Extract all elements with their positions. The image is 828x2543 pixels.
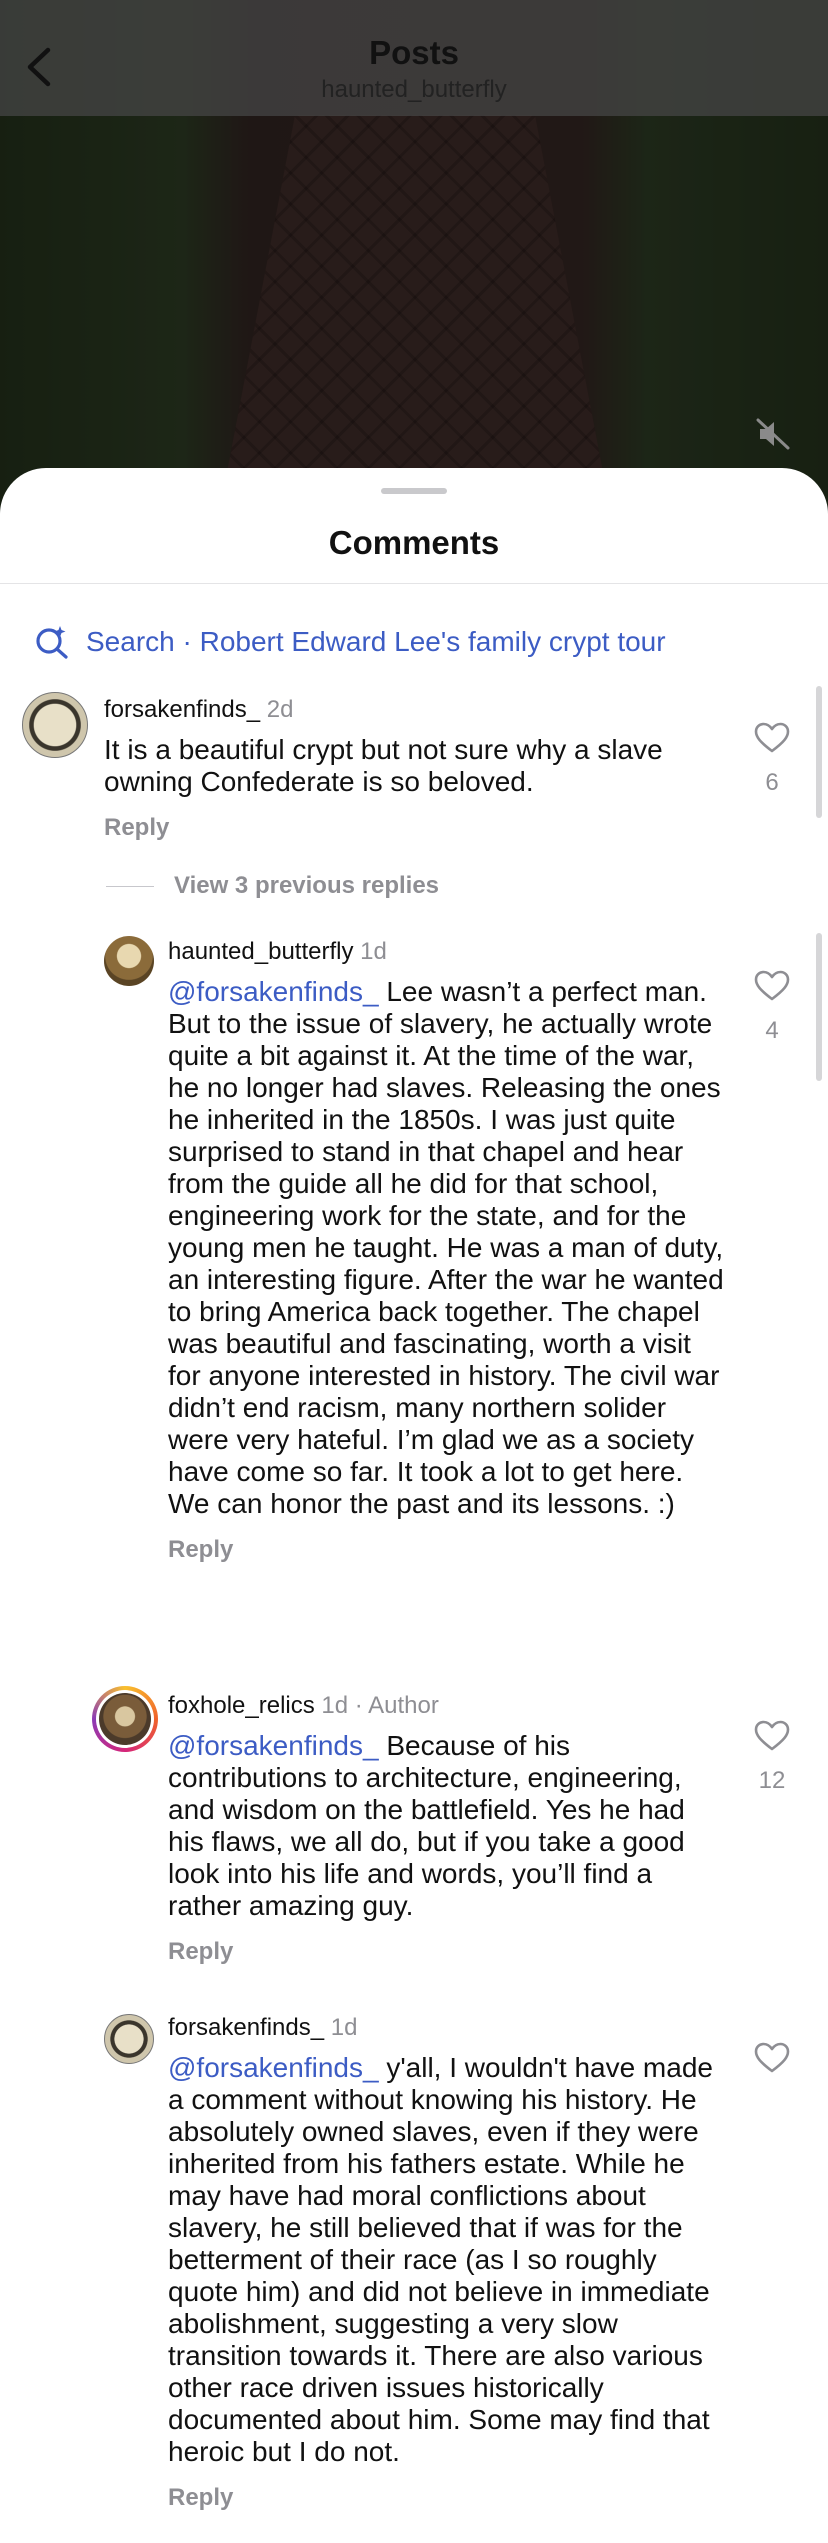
comment-text: @forsakenfinds_ Lee wasn’t a perfect man… [168,976,724,1519]
like-control: 12 [752,1720,792,1795]
like-control [752,2042,792,2079]
heart-outline-icon[interactable] [754,970,790,1002]
comment-username[interactable]: forsakenfinds_ [104,696,260,723]
page-subtitle[interactable]: haunted_butterfly [0,76,828,104]
sheet-grabber[interactable] [381,488,447,494]
comment-text: It is a beautiful crypt but not sure why… [104,734,663,797]
view-replies-label: View 3 previous replies [174,872,440,899]
reply-button[interactable]: Reply [168,1938,724,1966]
comments-title: Comments [328,524,500,561]
mention-link[interactable]: @forsakenfinds_ [168,1730,379,1761]
reply-button[interactable]: Reply [168,1536,724,1564]
heart-outline-icon[interactable] [754,2042,790,2074]
mention-link[interactable]: @forsakenfinds_ [168,976,379,1007]
avatar[interactable] [22,692,88,758]
like-control: 4 [752,970,792,1045]
heart-outline-icon[interactable] [754,1720,790,1752]
like-count: 6 [765,769,779,796]
search-suggestion-text: Search · Robert Edward Lee's family cryp… [86,626,666,657]
avatar[interactable] [104,936,154,986]
mention-link[interactable]: @forsakenfinds_ [168,2052,379,2083]
scrollbar-reply[interactable] [816,933,822,1081]
like-control: 6 [752,722,792,797]
like-count: 12 [758,1767,786,1794]
avatar[interactable] [104,2014,154,2064]
comment-timestamp: 1d [360,938,387,965]
comment-username[interactable]: foxhole_relics [168,1692,315,1719]
reply-button[interactable]: Reply [104,814,724,842]
search-suggestion[interactable]: Search · Robert Edward Lee's family cryp… [34,620,666,664]
scrollbar-top[interactable] [816,686,822,818]
top-header: Posts haunted_butterfly [0,0,828,116]
sparkle-search-icon [36,626,68,659]
reply-button[interactable]: Reply [168,2484,724,2512]
comment-text: @forsakenfinds_ y'all, I wouldn't have m… [168,2052,713,2467]
comment-text: @forsakenfinds_ Because of his contribut… [168,1730,685,1921]
page-title: Posts [369,34,459,71]
comment-timestamp: 1d [330,2014,358,2041]
speaker-muted-icon[interactable] [756,418,792,450]
comment-username[interactable]: haunted_butterfly [168,938,353,965]
divider [0,583,828,584]
view-previous-replies[interactable]: View 3 previous replies [106,872,439,900]
avatar[interactable] [92,1686,158,1752]
comment-username[interactable]: forsakenfinds_ [168,2014,324,2041]
heart-outline-icon[interactable] [754,722,790,754]
comment-author-badge: 1d · Author [321,1692,439,1719]
comment-timestamp: 2d [266,696,294,723]
like-count: 4 [765,1017,779,1044]
